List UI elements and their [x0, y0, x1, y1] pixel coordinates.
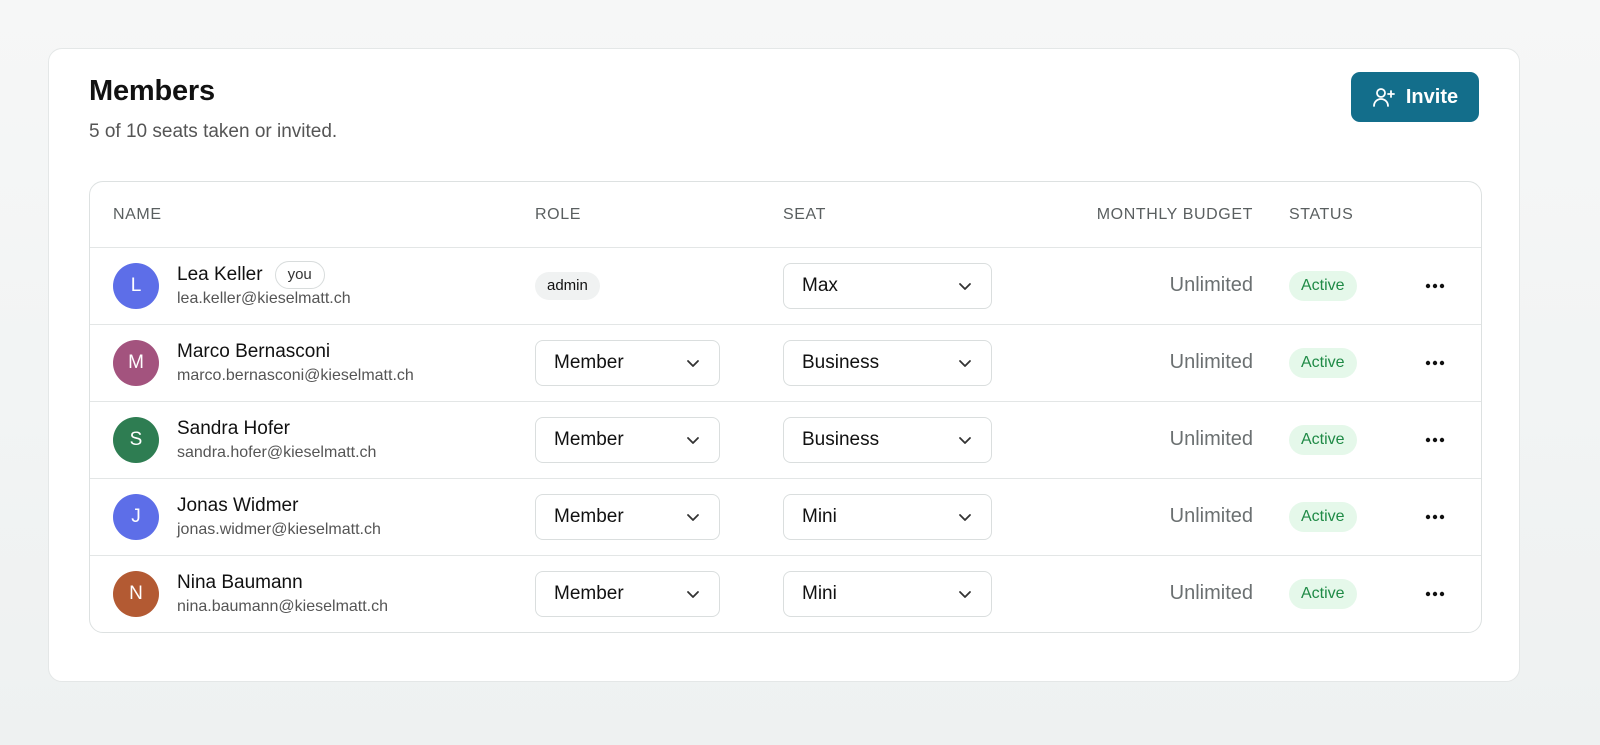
role-select-value: Member [554, 583, 624, 604]
member-name-line: Marco Bernasconi [177, 338, 330, 366]
invite-button-label: Invite [1405, 85, 1459, 108]
chevron-down-icon [959, 360, 971, 367]
table-row: M Marco Bernasconi marco.bernasconi@kies… [90, 325, 1481, 402]
more-options-button[interactable] [1410, 502, 1460, 532]
member-name: Nina Baumann [177, 572, 303, 593]
status-badge: Active [1289, 271, 1357, 301]
monthly-budget: Unlimited [1169, 505, 1253, 527]
seat-select-value: Business [802, 429, 880, 450]
member-email: marco.bernasconi@kieselmatt.ch [177, 367, 414, 384]
avatar: N [113, 571, 159, 617]
member-email: nina.baumann@kieselmatt.ch [177, 598, 389, 615]
role-select-value: Member [554, 506, 624, 527]
member-name-line: Nina Baumann [177, 569, 303, 597]
column-header-role: ROLE [535, 206, 581, 223]
more-options-button[interactable] [1410, 271, 1460, 301]
table-row: L Lea Keller you lea.keller@kieselmatt.c… [90, 248, 1481, 325]
member-email: lea.keller@kieselmatt.ch [177, 290, 351, 307]
role-select[interactable]: Member [535, 571, 720, 617]
members-card: Members 5 of 10 seats taken or invited. … [48, 48, 1520, 682]
chevron-down-icon [687, 514, 699, 521]
seat-select[interactable]: Max [783, 263, 992, 309]
chevron-down-icon [959, 437, 971, 444]
status-badge: Active [1289, 502, 1357, 532]
member-name: Lea Keller [177, 264, 263, 285]
seat-select-value: Business [802, 352, 880, 373]
avatar: J [113, 494, 159, 540]
members-table: NAME ROLE SEAT MONTHLY BUDGET STATUS L L… [89, 181, 1482, 633]
avatar: M [113, 340, 159, 386]
column-header-monthly-budget: MONTHLY BUDGET [1096, 206, 1253, 223]
seat-select-value: Mini [802, 583, 837, 604]
chevron-down-icon [687, 437, 699, 444]
more-options-button[interactable] [1410, 348, 1460, 378]
chevron-down-icon [687, 360, 699, 367]
member-email: sandra.hofer@kieselmatt.ch [177, 444, 377, 461]
seat-select-value: Mini [802, 506, 837, 527]
member-name-line: Jonas Widmer [177, 492, 298, 520]
chevron-down-icon [959, 283, 971, 290]
member-name: Jonas Widmer [177, 495, 299, 516]
column-header-status: STATUS [1289, 206, 1354, 223]
more-options-icon [1425, 437, 1445, 443]
role-select-value: Member [554, 429, 624, 450]
more-options-icon [1425, 514, 1445, 520]
monthly-budget: Unlimited [1169, 428, 1253, 450]
user-plus-icon [1372, 88, 1395, 107]
table-row: S Sandra Hofer sandra.hofer@kieselmatt.c… [90, 402, 1481, 479]
more-options-button[interactable] [1410, 425, 1460, 455]
monthly-budget: Unlimited [1169, 582, 1253, 604]
table-header: NAME ROLE SEAT MONTHLY BUDGET STATUS [90, 182, 1481, 248]
more-options-icon [1425, 591, 1445, 597]
more-options-icon [1425, 283, 1445, 289]
member-name: Marco Bernasconi [177, 341, 331, 362]
column-header-name: NAME [113, 206, 162, 223]
role-select[interactable]: Member [535, 340, 720, 386]
member-email: jonas.widmer@kieselmatt.ch [177, 521, 381, 538]
monthly-budget: Unlimited [1169, 274, 1253, 296]
seat-select[interactable]: Business [783, 340, 992, 386]
seat-select-value: Max [802, 275, 838, 296]
more-options-button[interactable] [1410, 579, 1460, 609]
page-title: Members [89, 75, 215, 107]
role-select[interactable]: Member [535, 494, 720, 540]
status-badge: Active [1289, 579, 1357, 609]
table-row: J Jonas Widmer jonas.widmer@kieselmatt.c… [90, 479, 1481, 556]
seat-select[interactable]: Mini [783, 494, 992, 540]
avatar: S [113, 417, 159, 463]
invite-button[interactable]: Invite [1351, 72, 1479, 122]
status-badge: Active [1289, 425, 1357, 455]
member-name: Sandra Hofer [177, 418, 291, 439]
seat-select[interactable]: Mini [783, 571, 992, 617]
avatar: L [113, 263, 159, 309]
chevron-down-icon [959, 591, 971, 598]
seats-summary: 5 of 10 seats taken or invited. [89, 121, 338, 142]
column-header-seat: SEAT [783, 206, 827, 223]
role-badge: admin [535, 272, 600, 300]
chevron-down-icon [959, 514, 971, 521]
status-badge: Active [1289, 348, 1357, 378]
table-row: N Nina Baumann nina.baumann@kieselmatt.c… [90, 556, 1481, 632]
role-select[interactable]: Member [535, 417, 720, 463]
chevron-down-icon [687, 591, 699, 598]
member-name-line: Lea Keller you [177, 261, 325, 289]
seat-select[interactable]: Business [783, 417, 992, 463]
member-name-line: Sandra Hofer [177, 415, 290, 443]
you-badge: you [274, 261, 325, 289]
more-options-icon [1425, 360, 1445, 366]
role-select-value: Member [554, 352, 624, 373]
monthly-budget: Unlimited [1169, 351, 1253, 373]
